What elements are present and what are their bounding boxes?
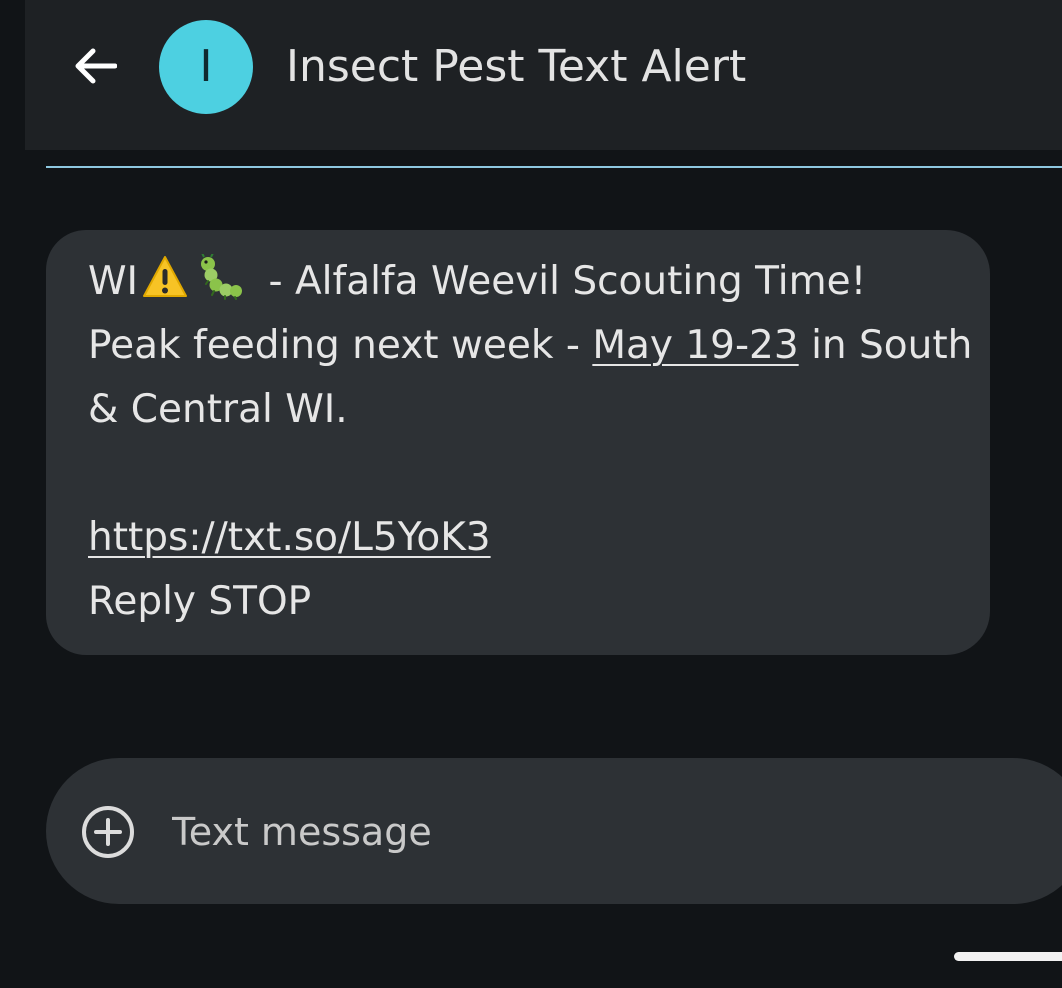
message-line-1: WI - Alfalfa Weevil Scouting Time! xyxy=(88,250,950,314)
message-footer: Reply STOP xyxy=(88,579,312,624)
conversation-title[interactable]: Insect Pest Text Alert xyxy=(286,39,746,95)
gesture-nav-handle[interactable] xyxy=(954,952,1062,961)
message-body-suffix: in South xyxy=(798,323,973,368)
caterpillar-emoji-icon xyxy=(201,254,243,300)
message-line-5: https://txt.so/L5YoK3 xyxy=(88,506,950,570)
arrow-left-icon xyxy=(75,48,117,84)
warning-emoji-icon xyxy=(143,256,188,297)
message-body-text: Peak feeding next week - xyxy=(88,323,593,368)
avatar[interactable]: I xyxy=(159,20,253,114)
avatar-letter: I xyxy=(199,41,213,92)
add-circle-icon xyxy=(82,806,134,858)
date-link[interactable]: May 19-23 xyxy=(592,323,798,368)
message-line-3: & Central WI. xyxy=(88,387,348,432)
header-divider xyxy=(46,166,1062,168)
message-line-2: Peak feeding next week - May 19-23 in So… xyxy=(88,314,972,378)
message-bubble[interactable]: WI - Alfalfa Weevil Scouting Time! Peak … xyxy=(46,230,990,655)
url-link[interactable]: https://txt.so/L5YoK3 xyxy=(88,515,491,560)
message-prefix: WI xyxy=(88,259,139,304)
text-message-input[interactable] xyxy=(172,802,972,862)
add-attachment-button[interactable] xyxy=(80,804,136,860)
message-headline: - Alfalfa Weevil Scouting Time! xyxy=(256,259,867,304)
back-button[interactable] xyxy=(55,26,135,106)
